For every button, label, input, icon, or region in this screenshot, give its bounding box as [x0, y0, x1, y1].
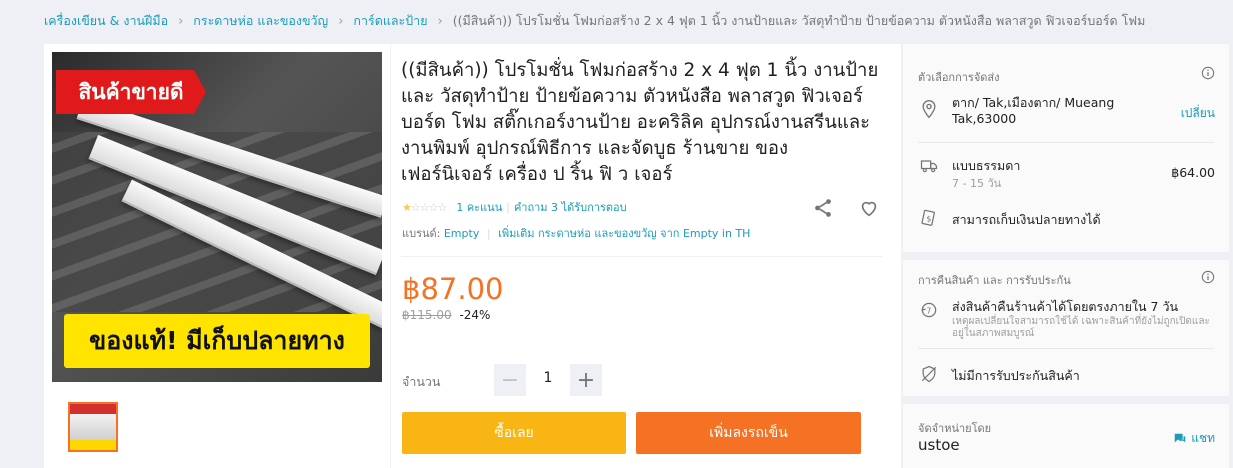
- add-to-cart-button[interactable]: เพิ่มลงรถเข็น: [636, 412, 861, 454]
- truck-icon: [920, 160, 938, 173]
- breadcrumb-item-gift-wrap[interactable]: กระดาษห่อ และของขวัญ: [193, 11, 328, 31]
- seller-section: จัดจำหน่ายโดย ustoe แชท: [903, 404, 1229, 468]
- shipping-days: 7 - 15 วัน: [952, 177, 1002, 190]
- delivery-address: ตาก/ Tak,เมืองตาก/ Mueang Tak,63000: [952, 95, 1115, 126]
- section-gap: [903, 396, 1229, 404]
- divider: [401, 256, 882, 257]
- seller-name[interactable]: ustoe: [918, 436, 960, 454]
- cash-on-delivery-icon: $: [921, 209, 935, 226]
- discount-badge: -24%: [459, 308, 491, 322]
- shipping-type: แบบธรรมดา: [952, 158, 1021, 173]
- no-warranty-icon: [921, 365, 937, 383]
- chat-button[interactable]: แชท: [1173, 429, 1215, 448]
- brand-row: แบรนด์: Empty | เพิ่มเติม กระดาษห่อ และข…: [402, 224, 750, 242]
- more-from-brand-link[interactable]: เพิ่มเติม กระดาษห่อ และของขวัญ จาก Empty…: [498, 227, 750, 240]
- chevron-right-icon: ›: [178, 13, 184, 29]
- share-icon[interactable]: [812, 197, 834, 219]
- product-card: สินค้าขายดี ของแท้! มีเก็บปลายทาง ((มีสิ…: [44, 44, 901, 468]
- current-price: ฿87.00: [402, 272, 504, 306]
- original-price: ฿115.00: [402, 308, 452, 322]
- quantity-label: จำนวน: [402, 374, 441, 389]
- seller-section-label: จัดจำหน่ายโดย: [918, 422, 992, 435]
- divider: [918, 348, 1214, 349]
- shipping-price: ฿64.00: [1171, 165, 1215, 180]
- separator: |: [506, 200, 510, 214]
- svg-text:7: 7: [927, 306, 932, 315]
- brand-link[interactable]: Empty: [444, 227, 479, 240]
- product-title: ((มีสินค้า)) โปรโมชั่น โฟมก่อสร้าง 2 x 4…: [401, 60, 879, 185]
- rating-row: ★☆☆☆☆ 1 คะแนน | คำถาม 3 ได้รับการตอบ: [402, 198, 627, 216]
- product-thumbnail[interactable]: [68, 402, 118, 452]
- change-address-link[interactable]: เปลี่ยน: [1181, 104, 1215, 123]
- chevron-right-icon: ›: [338, 13, 344, 29]
- returns-section: การคืนสินค้า และ การรับประกัน 7 ส่งสินค้…: [903, 260, 1229, 396]
- divider: [918, 142, 1214, 143]
- chevron-right-icon: ›: [437, 13, 443, 29]
- return-policy-note: เหตุผลเปลี่ยนใจสามารถใช้ได้ เฉพาะสินค้าท…: [952, 316, 1210, 339]
- info-icon[interactable]: [1201, 66, 1215, 80]
- heart-icon[interactable]: [858, 197, 880, 219]
- delivery-section-label: ตัวเลือกการจัดส่ง: [918, 71, 1000, 84]
- cod-banner: ของแท้! มีเก็บปลายทาง: [64, 314, 370, 368]
- original-price-row: ฿115.00 -24%: [402, 308, 490, 322]
- returns-section-label: การคืนสินค้า และ การรับประกัน: [918, 274, 1071, 287]
- bestseller-ribbon: สินค้าขายดี: [56, 70, 206, 114]
- chat-icon: [1174, 433, 1186, 442]
- info-icon[interactable]: [1201, 270, 1215, 284]
- quantity-input[interactable]: 1: [532, 370, 564, 386]
- return-policy-title: ส่งสินค้าคืนร้านค้าได้โดยตรงภายใน 7 วัน: [952, 299, 1179, 314]
- warranty-text: ไม่มีการรับประกันสินค้า: [952, 368, 1080, 383]
- svg-text:$: $: [927, 214, 932, 223]
- cod-available-text: สามารถเก็บเงินปลายทางได้: [952, 212, 1101, 227]
- quantity-decrease-button[interactable]: −: [494, 364, 526, 396]
- quantity-increase-button[interactable]: +: [570, 364, 602, 396]
- location-pin-icon: [922, 99, 936, 119]
- breadcrumb-item-stationery[interactable]: เครื่องเขียน & งานฝีมือ: [44, 11, 168, 31]
- divider: [390, 44, 391, 468]
- delivery-section: ตัวเลือกการจัดส่ง ตาก/ Tak,เมืองตาก/ Mue…: [903, 44, 1229, 252]
- breadcrumb-current: ((มีสินค้า)) โปรโมชั่น โฟมก่อสร้าง 2 x 4…: [452, 13, 1146, 28]
- chat-label: แชท: [1191, 431, 1215, 445]
- breadcrumb: เครื่องเขียน & งานฝีมือ › กระดาษห่อ และข…: [44, 11, 1229, 31]
- separator: |: [486, 227, 491, 240]
- product-main-image[interactable]: สินค้าขายดี ของแท้! มีเก็บปลายทาง: [52, 52, 382, 382]
- ratings-link[interactable]: 1 คะแนน: [456, 198, 502, 216]
- brand-label: แบรนด์:: [402, 227, 441, 240]
- section-gap: [903, 252, 1229, 260]
- delivery-panel: ตัวเลือกการจัดส่ง ตาก/ Tak,เมืองตาก/ Mue…: [903, 44, 1229, 468]
- return-policy-icon: 7: [921, 302, 937, 318]
- rating-stars: ★☆☆☆☆: [402, 200, 447, 214]
- breadcrumb-item-cards[interactable]: การ์ดและป้าย: [353, 11, 427, 31]
- questions-link[interactable]: คำถาม 3 ได้รับการตอบ: [514, 198, 627, 216]
- buy-now-button[interactable]: ซื้อเลย: [402, 412, 626, 454]
